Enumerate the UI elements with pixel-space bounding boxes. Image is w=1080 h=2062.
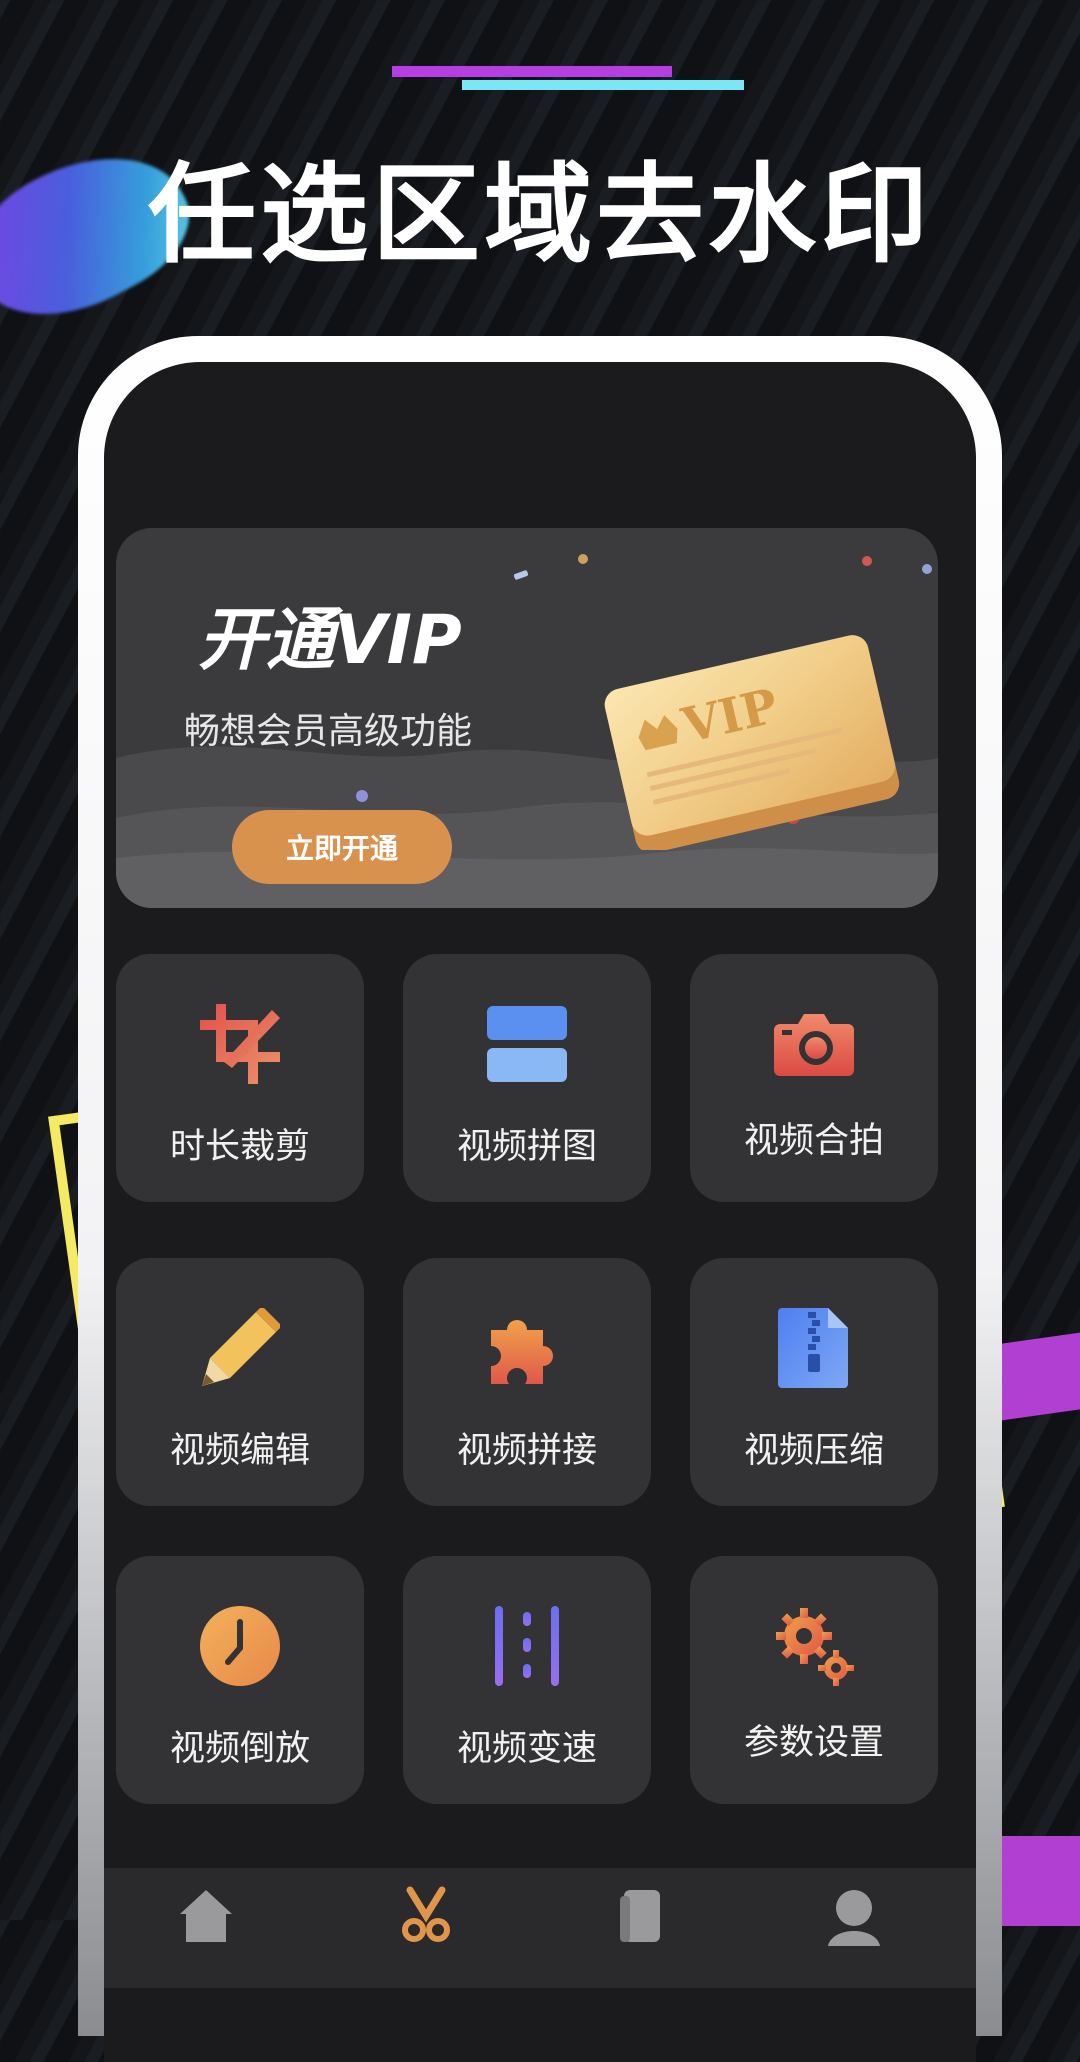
tile-label: 视频合拍 [743, 1121, 884, 1161]
tile-video-speed[interactable]: 视频变速 [403, 1556, 651, 1804]
zip-file-icon [778, 1308, 848, 1388]
confetti-dot [922, 564, 932, 574]
vip-card-icon: VIP [604, 635, 900, 850]
tile-label: 视频变速 [456, 1729, 597, 1769]
camera-icon [774, 1014, 854, 1076]
scissors-icon[interactable] [396, 1886, 456, 1946]
confetti-dot [862, 556, 872, 566]
phone-frame: 开通VIP 畅想会员高级功能 立即开通 VIP 时长裁剪 视频拼图 视频合拍 视… [78, 336, 1002, 2062]
promo-headline: 任选区域去水印 [147, 153, 932, 278]
tile-video-edit[interactable]: 视频编辑 [116, 1258, 364, 1506]
tile-video-duet[interactable]: 视频合拍 [690, 954, 938, 1202]
tile-video-collage[interactable]: 视频拼图 [403, 954, 651, 1202]
decorative-purple-line [392, 66, 672, 77]
speed-bars-icon [495, 1606, 559, 1686]
document-icon[interactable] [610, 1886, 670, 1946]
tile-label: 参数设置 [743, 1723, 884, 1763]
tile-label: 视频编辑 [169, 1431, 310, 1471]
tile-video-merge[interactable]: 视频拼接 [403, 1258, 651, 1506]
activate-vip-button[interactable]: 立即开通 [232, 810, 452, 884]
home-icon[interactable] [176, 1886, 236, 1946]
profile-icon[interactable] [824, 1886, 884, 1946]
tile-label: 视频拼接 [456, 1431, 597, 1471]
decorative-cyan-line [462, 80, 744, 90]
tile-label: 视频拼图 [456, 1127, 597, 1167]
tile-video-reverse[interactable]: 视频倒放 [116, 1556, 364, 1804]
tile-label: 时长裁剪 [169, 1127, 310, 1167]
tile-label: 视频压缩 [743, 1431, 884, 1471]
confetti-dot [356, 790, 368, 802]
tile-label: 视频倒放 [169, 1729, 310, 1769]
gears-icon [776, 1608, 854, 1686]
clock-icon [200, 1606, 280, 1686]
bottom-navigation [104, 1868, 976, 1988]
phone-screen: 开通VIP 畅想会员高级功能 立即开通 VIP 时长裁剪 视频拼图 视频合拍 视… [104, 362, 976, 2062]
stacked-layout-icon [487, 1006, 567, 1082]
crop-icon [200, 1004, 280, 1084]
vip-banner[interactable]: 开通VIP 畅想会员高级功能 立即开通 VIP [116, 528, 938, 908]
vip-title: 开通VIP [198, 601, 462, 680]
tile-settings[interactable]: 参数设置 [690, 1556, 938, 1804]
confetti-dot [578, 554, 588, 564]
vip-subtitle: 畅想会员高级功能 [184, 711, 473, 752]
tile-video-compress[interactable]: 视频压缩 [690, 1258, 938, 1506]
tile-duration-trim[interactable]: 时长裁剪 [116, 954, 364, 1202]
puzzle-piece-icon [491, 1320, 553, 1384]
pencil-icon [202, 1308, 280, 1386]
